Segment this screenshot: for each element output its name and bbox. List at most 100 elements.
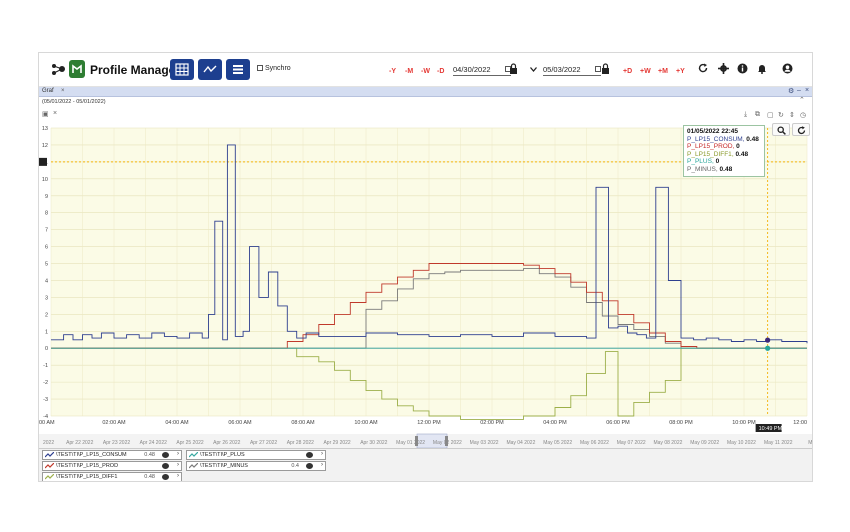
- navigator-date-label: Apr 28 2022: [287, 440, 314, 446]
- reload-icon[interactable]: ↻: [778, 111, 784, 119]
- user-account-icon[interactable]: [782, 63, 793, 74]
- navigator-date-label: May 10 2022: [727, 440, 756, 446]
- info-icon[interactable]: [737, 63, 748, 74]
- lock-icon[interactable]: [509, 63, 518, 74]
- navigator-date-label: Apr 27 2022: [250, 440, 277, 446]
- synchro-label: Synchro: [265, 65, 291, 72]
- synchro-toggle[interactable]: Synchro: [257, 65, 291, 72]
- step-minus-day[interactable]: -D: [437, 68, 444, 75]
- zoom-button[interactable]: [772, 123, 790, 136]
- sort-icon[interactable]: ⇕: [789, 111, 795, 119]
- panel-minimize-icon[interactable]: –: [797, 87, 801, 94]
- grid-icon: [175, 63, 189, 76]
- legend-series-value: 0.4: [291, 463, 299, 469]
- legend-line-icon: [189, 452, 198, 458]
- tooltip-row: P_LP15_PROD, 0: [687, 143, 740, 151]
- tooltip-row: P_MINUS, 0.48: [687, 165, 733, 173]
- legend-series-name: \TEST\TI\P_LP15_PROD: [56, 463, 119, 469]
- navigator-date-label: Apr 30 2022: [360, 440, 387, 446]
- step-plus-year[interactable]: +Y: [676, 68, 685, 75]
- clock-icon[interactable]: ◷: [800, 111, 806, 119]
- refresh-icon[interactable]: [698, 63, 708, 73]
- bell-icon[interactable]: [757, 63, 767, 74]
- step-plus-week[interactable]: +W: [640, 68, 651, 75]
- time-navigator[interactable]: 2022 Apr 22 2022 Apr 23 2022 Apr 24 2022 Apr…: [39, 433, 813, 449]
- eye-icon[interactable]: [162, 452, 169, 458]
- navigator-date-label: May 11 2022: [764, 440, 793, 446]
- chevron-right-icon[interactable]: ›: [177, 451, 179, 457]
- y-tick-label: 5: [45, 262, 48, 268]
- legend-item-consum[interactable]: \TEST\TI\P_LP15_CONSUM 0.48 ›: [42, 450, 182, 460]
- chevron-right-icon[interactable]: ›: [177, 473, 179, 479]
- eye-icon[interactable]: [306, 463, 313, 469]
- date-from-input[interactable]: 04/30/2022: [453, 64, 511, 76]
- legend-line-icon: [189, 463, 198, 469]
- collapse-chevron-icon[interactable]: ⌃: [799, 96, 805, 104]
- legend-item-prod[interactable]: \TEST\TI\P_LP15_PROD ›: [42, 461, 182, 471]
- synchro-checkbox[interactable]: [257, 65, 263, 72]
- step-plus-month[interactable]: +M: [658, 68, 668, 75]
- threshold-marker: [39, 157, 47, 166]
- comment-icon[interactable]: ▢: [767, 111, 774, 119]
- y-tick-label: 1: [45, 329, 48, 335]
- step-plus-day[interactable]: +D: [623, 68, 632, 75]
- legend-item-minus[interactable]: \TEST\TI\P_MINUS 0.4 ›: [186, 461, 326, 471]
- table-view-button[interactable]: [170, 59, 194, 80]
- tooltip-series-value: 0: [736, 143, 740, 151]
- navigator-date-label: May 01 2022: [396, 440, 425, 446]
- panel-close-icon[interactable]: ×: [805, 87, 809, 94]
- chevron-down-icon[interactable]: [530, 67, 537, 72]
- series-legend: \TEST\TI\P_LP15_CONSUM 0.48 › \TEST\TI\P…: [39, 448, 812, 481]
- eye-icon[interactable]: [162, 463, 169, 469]
- chart-view-button[interactable]: [198, 59, 222, 80]
- navigator-date-label: May 02 2022: [433, 440, 462, 446]
- navigator-date-label: May 08 2022: [653, 440, 682, 446]
- tooltip-series-value: 0.48: [735, 150, 749, 158]
- app-window: Profile Manager Synchro -Y -M -W -D 04/3…: [38, 52, 813, 482]
- eye-icon[interactable]: [306, 452, 313, 458]
- list-view-button[interactable]: [226, 59, 250, 80]
- tab-graf[interactable]: Graf: [42, 88, 54, 94]
- image-export-icon[interactable]: ⧉: [755, 111, 760, 119]
- download-icon[interactable]: ⤓: [744, 111, 747, 119]
- y-tick-label: 0: [45, 346, 48, 352]
- x-tick-label: 12:00 PM: [417, 420, 441, 426]
- chevron-right-icon[interactable]: ›: [321, 462, 323, 468]
- step-minus-week[interactable]: -W: [421, 68, 430, 75]
- x-tick-label: 10:00 AM: [354, 420, 378, 426]
- navigator-date-label: May 09 2022: [690, 440, 719, 446]
- chevron-right-icon[interactable]: ›: [321, 451, 323, 457]
- legend-item-plus[interactable]: \TEST\TI\P_PLUS ›: [186, 450, 326, 460]
- step-minus-month[interactable]: -M: [405, 68, 413, 75]
- y-tick-label: 12: [42, 143, 48, 149]
- navigator-date-label: May 03 2022: [470, 440, 499, 446]
- tooltip-row: P_LP15_DIFF1, 0.48: [687, 150, 749, 158]
- lock-icon[interactable]: [601, 63, 610, 74]
- x-tick-label: 06:00 PM: [606, 420, 630, 426]
- legend-series-value: 0.48: [144, 474, 155, 480]
- navigator-date-label: May 06 2022: [580, 440, 609, 446]
- save-icon[interactable]: ▣: [42, 110, 49, 118]
- tooltip-series-name: P_LP15_DIFF1: [687, 150, 732, 158]
- y-tick-label: 10: [42, 177, 48, 183]
- navigator-date-label: Apr 24 2022: [140, 440, 167, 446]
- eye-icon[interactable]: [162, 474, 169, 480]
- step-minus-year[interactable]: -Y: [389, 68, 396, 75]
- gear-icon[interactable]: [718, 63, 729, 74]
- date-to-input[interactable]: 05/03/2022: [543, 64, 601, 76]
- y-tick-label: -2: [43, 380, 48, 386]
- panel-settings-icon[interactable]: ⚙: [788, 87, 794, 95]
- x-tick-label: 04:00 AM: [165, 420, 189, 426]
- legend-line-icon: [45, 452, 54, 458]
- navigator-date-label: Apr 23 2022: [103, 440, 130, 446]
- x-axis-ticks: 00 AM 02:00 AM 04:00 AM 06:00 AM 08:00 AM 10:…: [39, 420, 807, 426]
- tab-close-icon[interactable]: ×: [61, 88, 65, 94]
- legend-series-value: 0.48: [144, 452, 155, 458]
- cursor-point-consum: [765, 337, 771, 343]
- clear-icon[interactable]: ×: [53, 110, 57, 117]
- reset-zoom-button[interactable]: [792, 123, 810, 136]
- chevron-right-icon[interactable]: ›: [177, 462, 179, 468]
- y-tick-label: 13: [42, 126, 48, 132]
- legend-series-name: \TEST\TI\P_PLUS: [200, 452, 245, 458]
- legend-item-diff1[interactable]: \TEST\TI\P_LP15_DIFF1 0.48 ›: [42, 472, 182, 481]
